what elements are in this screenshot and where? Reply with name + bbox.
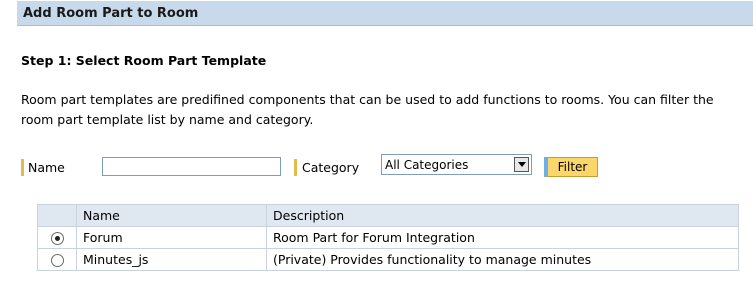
dialog-title: Add Room Part to Room: [17, 1, 753, 26]
table-row[interactable]: Forum Room Part for Forum Integration: [37, 226, 739, 249]
name-filter-input[interactable]: [102, 157, 281, 176]
label-marker: [21, 159, 24, 176]
category-label: Category: [302, 160, 360, 175]
step-description: Room part templates are predifined compo…: [21, 92, 714, 127]
name-label: Name: [28, 160, 65, 175]
chevron-down-icon[interactable]: [514, 157, 529, 172]
column-header-name[interactable]: Name: [76, 204, 267, 227]
radio-selected-icon[interactable]: [50, 232, 64, 245]
label-marker: [294, 159, 297, 176]
column-header-description[interactable]: Description: [266, 204, 739, 227]
category-select[interactable]: All Categories: [381, 154, 532, 175]
table-header-row: Name Description: [37, 204, 739, 227]
table-row[interactable]: Minutes_js (Private) Provides functional…: [37, 248, 739, 271]
row-select-cell[interactable]: [37, 226, 77, 249]
room-part-template-table: Name Description Forum Room Part for For…: [37, 204, 739, 271]
category-selected-value: All Categories: [385, 158, 469, 172]
row-name: Forum: [76, 226, 267, 249]
row-name: Minutes_js: [76, 248, 267, 271]
filter-button[interactable]: Filter: [544, 157, 598, 177]
column-header-select: [37, 204, 77, 227]
step-title: Step 1: Select Room Part Template: [21, 53, 267, 68]
row-description: Room Part for Forum Integration: [266, 226, 739, 249]
row-description: (Private) Provides functionality to mana…: [266, 248, 739, 271]
radio-unselected-icon[interactable]: [50, 254, 64, 267]
row-select-cell[interactable]: [37, 248, 77, 271]
